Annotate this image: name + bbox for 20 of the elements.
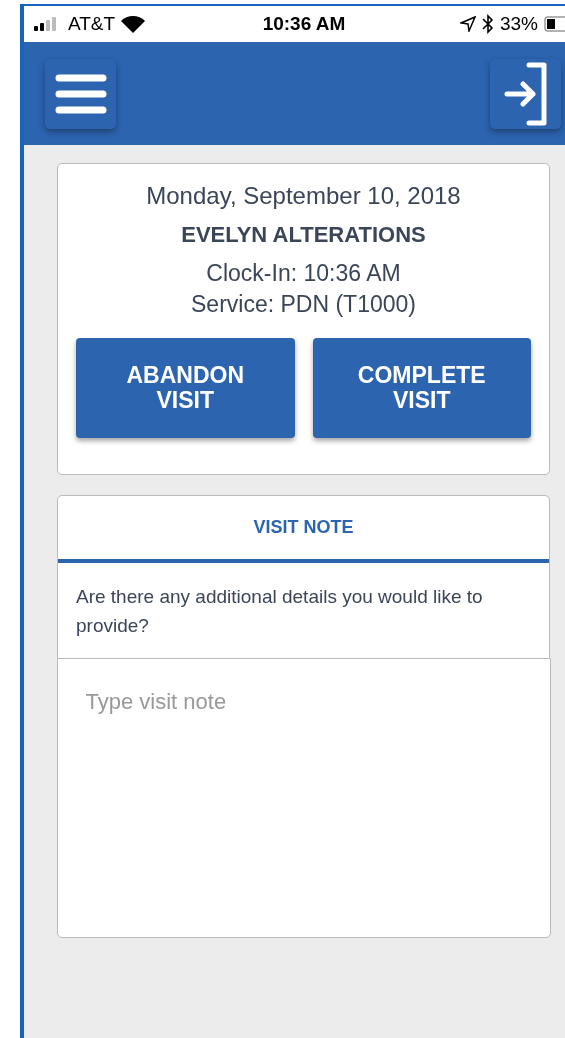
note-tab[interactable]: VISIT NOTE: [58, 496, 549, 563]
location-arrow-icon: [459, 16, 476, 32]
battery-percent: 33%: [499, 13, 538, 35]
service-label: Service: PDN (T1000): [191, 291, 416, 318]
carrier-name: AT&T: [68, 13, 116, 35]
note-input[interactable]: Type visit note: [56, 658, 551, 938]
sign-in-icon: [502, 61, 549, 126]
clock-in-time: Clock-In: 10:36 AM: [206, 260, 401, 287]
sign-in-button[interactable]: [490, 58, 561, 129]
bluetooth-icon: [481, 14, 494, 34]
battery-icon: [544, 16, 565, 32]
wifi-icon: [121, 15, 146, 33]
visit-date: Monday, September 10, 2018: [146, 182, 461, 210]
menu-button[interactable]: [45, 58, 116, 129]
visit-action-button[interactable]: COMPLETE VISIT: [312, 338, 531, 438]
visit-action-button[interactable]: ABANDON VISIT: [76, 338, 295, 438]
note-prompt: Are there any additional details you would like to provide?: [75, 585, 484, 638]
client-name: EVELYN ALTERATIONS: [181, 222, 426, 248]
menu-icon: [54, 73, 107, 114]
status-time: 10:36 AM: [261, 13, 347, 35]
